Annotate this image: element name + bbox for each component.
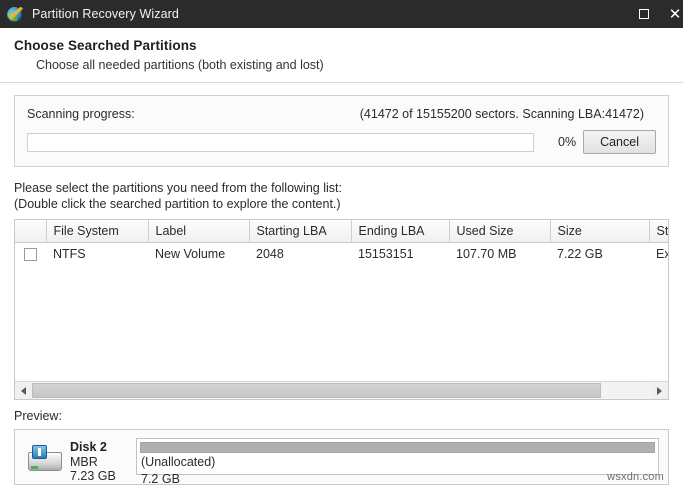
table-empty-area: [15, 265, 668, 382]
column-header-label[interactable]: Label: [148, 220, 250, 243]
cell-ending-lba: 15153151: [351, 242, 449, 266]
column-header-size[interactable]: Size: [550, 220, 650, 243]
scan-progress-label: Scanning progress:: [27, 107, 135, 121]
column-header-used-size[interactable]: Used Size: [449, 220, 551, 243]
disk-info: Disk 2 MBR 7.23 GB: [70, 438, 136, 484]
partition-list: File System Label Starting LBA Ending LB…: [14, 219, 669, 401]
title-bar: Partition Recovery Wizard ✕: [0, 0, 683, 28]
page-header: Choose Searched Partitions Choose all ne…: [0, 28, 683, 72]
cell-starting-lba: 2048: [249, 242, 351, 266]
watermark: wsxdn.com: [607, 471, 664, 484]
page-title: Choose Searched Partitions: [14, 38, 197, 53]
column-header-checkbox[interactable]: [15, 220, 47, 243]
close-icon: ✕: [668, 5, 682, 23]
partition-table: File System Label Starting LBA Ending LB…: [15, 220, 668, 266]
partition-bar-unallocated[interactable]: [140, 442, 655, 454]
scan-status-text: (41472 of 15155200 sectors. Scanning LBA…: [359, 107, 644, 121]
scroll-left-button[interactable]: [15, 382, 32, 400]
scroll-right-button[interactable]: [651, 382, 668, 400]
column-header-ending-lba[interactable]: Ending LBA: [351, 220, 450, 243]
row-checkbox-cell[interactable]: [15, 242, 46, 266]
usb-disk-icon: [26, 444, 66, 478]
cell-used-size: 107.70 MB: [449, 242, 550, 266]
scrollbar-thumb[interactable]: [32, 383, 602, 399]
instruction-line-1: Please select the partitions you need fr…: [14, 181, 342, 195]
scan-info-row: Scanning progress: (41472 of 15155200 se…: [27, 107, 656, 121]
table-header-row: File System Label Starting LBA Ending LB…: [15, 220, 668, 243]
cell-status: Exist: [649, 242, 668, 266]
page-subtitle: Choose all needed partitions (both exist…: [36, 58, 324, 72]
scan-control-row: 0% Cancel: [27, 130, 656, 154]
scanning-progress-panel: Scanning progress: (41472 of 15155200 se…: [14, 95, 669, 167]
disk-partition-scheme: MBR: [70, 454, 98, 469]
partition-name: (Unallocated): [141, 455, 216, 470]
scan-progress-bar: [27, 132, 535, 152]
maximize-icon: [639, 9, 649, 19]
chevron-right-icon: [657, 386, 662, 395]
chevron-left-icon: [21, 386, 26, 395]
table-row[interactable]: NTFS New Volume 2048 15153151 107.70 MB …: [15, 242, 668, 266]
header-divider: [0, 82, 683, 83]
column-header-starting-lba[interactable]: Starting LBA: [249, 220, 352, 243]
disk-name: Disk 2: [70, 440, 107, 455]
window-title: Partition Recovery Wizard: [32, 7, 179, 21]
column-header-status[interactable]: Statu: [649, 220, 668, 243]
scan-progress-percent: 0%: [558, 135, 577, 149]
table-horizontal-scrollbar[interactable]: [15, 381, 668, 400]
selection-instructions: Please select the partitions you need fr…: [14, 180, 683, 212]
cancel-button[interactable]: Cancel: [583, 130, 656, 154]
wizard-wand-icon: [7, 6, 24, 23]
cell-file-system: NTFS: [46, 242, 148, 266]
partition-map[interactable]: (Unallocated) 7.2 GB: [136, 438, 659, 486]
maximize-button[interactable]: [631, 0, 657, 28]
preview-label: Preview:: [14, 409, 62, 424]
close-button[interactable]: ✕: [657, 0, 683, 28]
partition-size: 7.2 GB: [141, 471, 180, 486]
scrollbar-track[interactable]: [32, 382, 651, 400]
disk-capacity: 7.23 GB: [70, 469, 116, 484]
window-controls: ✕: [631, 0, 683, 28]
row-checkbox[interactable]: [24, 248, 37, 262]
column-header-file-system[interactable]: File System: [46, 220, 149, 243]
disk-preview-panel: Disk 2 MBR 7.23 GB (Unallocated) 7.2 GB …: [14, 429, 669, 486]
cell-label: New Volume: [148, 242, 249, 266]
instruction-line-2: (Double click the searched partition to …: [14, 197, 341, 211]
cell-size: 7.22 GB: [550, 242, 649, 266]
